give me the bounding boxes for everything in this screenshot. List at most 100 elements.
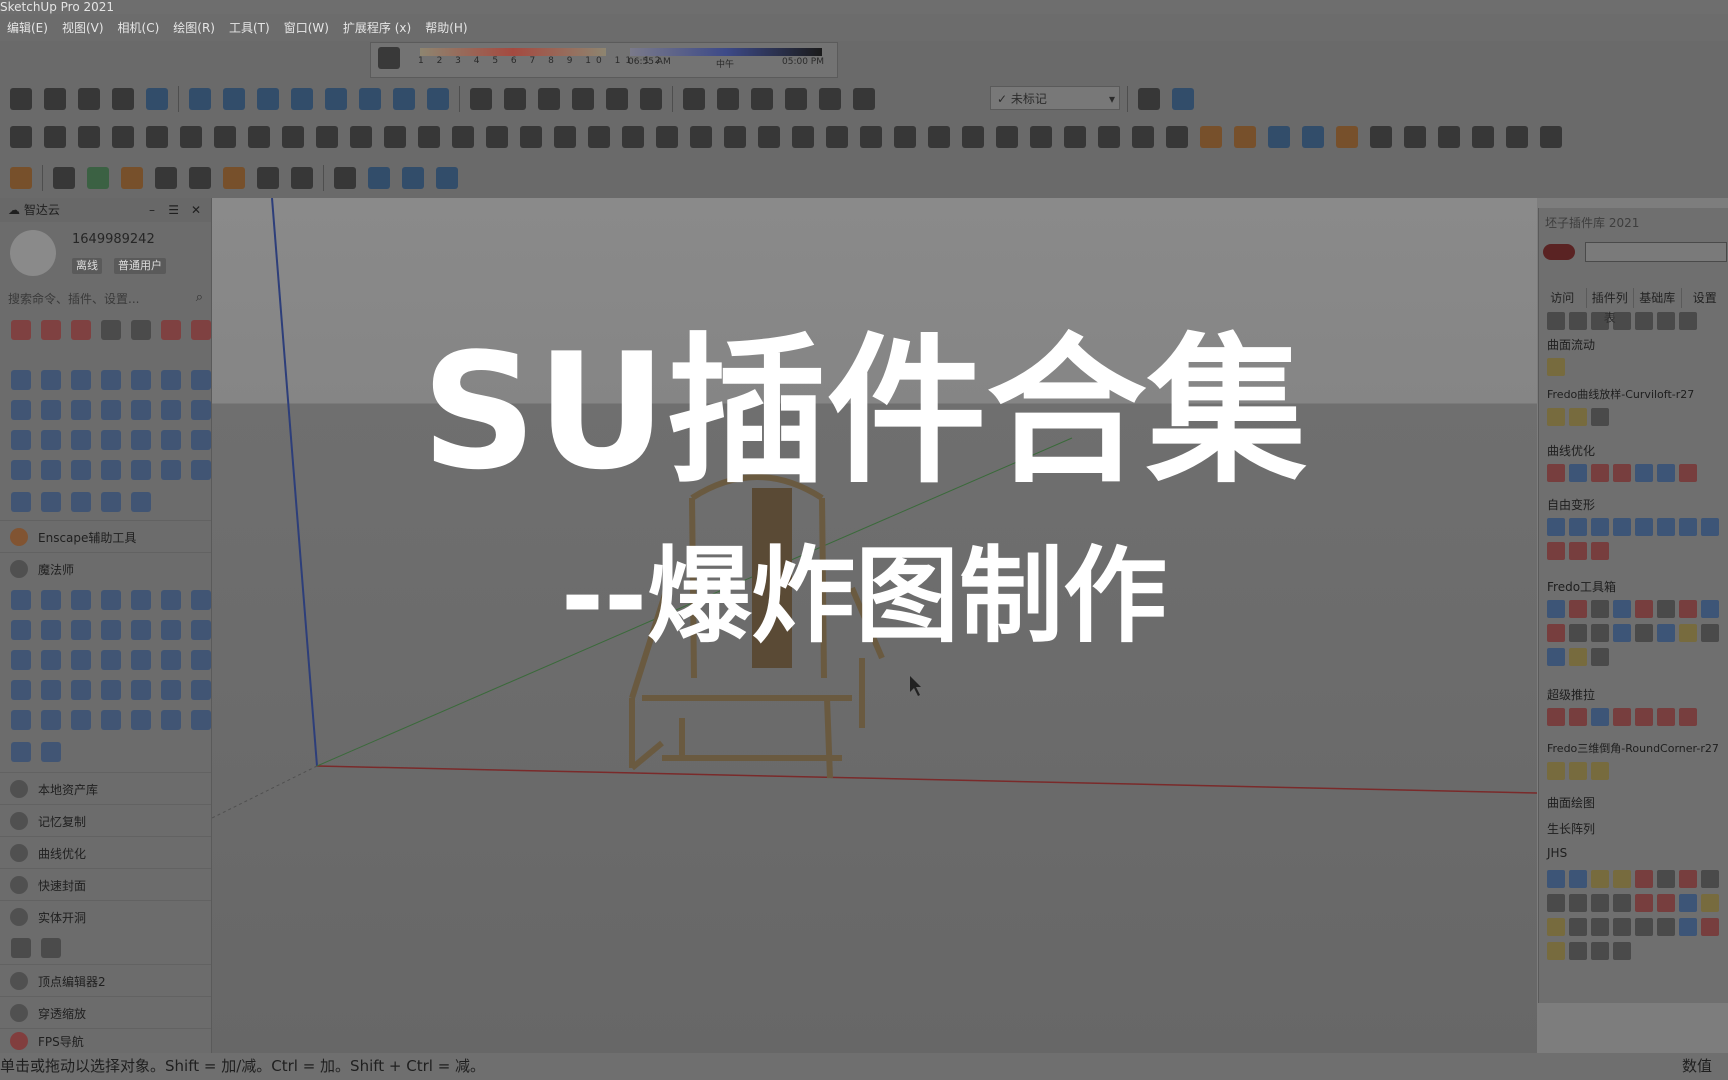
tool-icon[interactable] [161,680,181,700]
plugin-tool-icon[interactable] [1132,126,1154,148]
minimize-icon[interactable]: – [149,198,155,222]
month-slider[interactable] [420,48,606,56]
component-icon[interactable] [436,167,458,189]
plugin-icon[interactable] [1701,918,1719,936]
plugin-tool-icon[interactable] [826,126,848,148]
tab-visit[interactable]: 访问 [1539,288,1587,308]
plugin-icon[interactable] [1547,918,1565,936]
xray-style-icon[interactable] [10,88,32,110]
menu-help[interactable]: 帮助(H) [425,19,467,36]
sidebar-item-curve-optimize[interactable]: 曲线优化 [0,836,211,869]
plugin-icon[interactable] [1591,518,1609,536]
plugin-tool-icon[interactable] [112,126,134,148]
outer-shell-icon[interactable] [683,88,705,110]
plugin-icon[interactable] [1613,518,1631,536]
plugin-tool-icon[interactable] [1302,126,1324,148]
plugin-tool-icon[interactable] [622,126,644,148]
plugin-icon[interactable] [1591,918,1609,936]
plugin-tool-icon[interactable] [520,126,542,148]
split-icon[interactable] [853,88,875,110]
checker-icon[interactable] [155,167,177,189]
plugin-icon[interactable] [1701,870,1719,888]
tag-dropdown[interactable]: ✓ 未标记 ▾ [990,86,1120,110]
front-view-icon[interactable] [538,88,560,110]
plugin-tool-icon[interactable] [384,126,406,148]
tab-base-library[interactable]: 基础库 [1634,288,1682,308]
intersect-icon[interactable] [717,88,739,110]
top-view-icon[interactable] [504,88,526,110]
plugin-tool-icon[interactable] [996,126,1018,148]
plugin-tool-icon[interactable] [1472,126,1494,148]
shadow-toggle-icon[interactable] [378,47,400,69]
plugin-tool-icon[interactable] [758,126,780,148]
plugin-tool-icon[interactable] [588,126,610,148]
plugin-icon[interactable] [1679,518,1697,536]
menu-tools[interactable]: 工具(T) [229,19,270,36]
plugin-tool-icon[interactable] [1166,126,1188,148]
tool-icon[interactable] [131,710,151,730]
plugin-icon[interactable] [1591,942,1609,960]
hidden-line-style-icon[interactable] [78,88,100,110]
plugin-tool-icon[interactable] [554,126,576,148]
tool-icon[interactable] [11,938,31,958]
plugin-tool-icon[interactable] [486,126,508,148]
plugin-tool-icon[interactable] [962,126,984,148]
add-icon[interactable] [53,167,75,189]
tool-icon[interactable] [71,710,91,730]
time-slider[interactable] [630,48,822,56]
component-icon[interactable] [368,167,390,189]
plugin-tool-icon[interactable] [928,126,950,148]
plugin-tool-icon[interactable] [792,126,814,148]
plugin-icon[interactable] [1657,894,1675,912]
plugin-icon[interactable] [1657,870,1675,888]
plugin-icon[interactable] [1613,708,1631,726]
tool-icon[interactable] [101,680,121,700]
plugin-tool-icon[interactable] [248,126,270,148]
plugin-icon[interactable] [1591,762,1609,780]
plugin-tool-icon[interactable] [452,126,474,148]
plugin-icon[interactable] [1679,894,1697,912]
back-view-icon[interactable] [606,88,628,110]
search-input[interactable]: 搜索命令、插件、设置... [0,288,211,310]
plugin-tool-icon[interactable] [316,126,338,148]
avatar[interactable] [10,230,56,276]
plugin-icon[interactable] [1657,918,1675,936]
tool-icon[interactable] [71,680,91,700]
plugin-tool-icon[interactable] [282,126,304,148]
left-view-icon[interactable] [640,88,662,110]
plugin-tool-icon[interactable] [1268,126,1290,148]
iso-view-icon[interactable] [470,88,492,110]
tool-icon[interactable] [41,742,61,762]
tool-icon[interactable] [131,680,151,700]
tool-icon[interactable] [41,710,61,730]
tool-icon[interactable] [191,680,211,700]
plugin-tool-icon[interactable] [146,126,168,148]
tool-icon[interactable] [101,710,121,730]
tree-icon[interactable] [87,167,109,189]
plugin-icon[interactable] [1613,894,1631,912]
chrome-icon[interactable] [427,88,449,110]
plugin-icon[interactable] [1635,894,1653,912]
plugin-icon[interactable] [1569,762,1587,780]
plugin-icon[interactable] [1679,870,1697,888]
plugin-tool-icon[interactable] [1404,126,1426,148]
shaded-style-icon[interactable] [112,88,134,110]
plugin-tool-icon[interactable] [1098,126,1120,148]
layout-icon[interactable] [10,167,32,189]
plugin-tool-icon[interactable] [724,126,746,148]
right-view-icon[interactable] [572,88,594,110]
menu-edit[interactable]: 编辑(E) [7,19,48,36]
toggle-switch[interactable] [1543,244,1575,260]
settings-gear-icon[interactable] [223,167,245,189]
union-icon[interactable] [751,88,773,110]
close-icon[interactable]: ✕ [191,198,201,222]
drape-icon[interactable] [325,88,347,110]
plugin-icon[interactable] [1591,894,1609,912]
plugin-tool-icon[interactable] [44,126,66,148]
plugin-icon[interactable] [1613,870,1631,888]
crosshair-icon[interactable] [334,167,356,189]
tool-icon[interactable] [11,742,31,762]
material-icon[interactable] [121,167,143,189]
plugin-tool-icon[interactable] [690,126,712,148]
plugin-tool-icon[interactable] [180,126,202,148]
